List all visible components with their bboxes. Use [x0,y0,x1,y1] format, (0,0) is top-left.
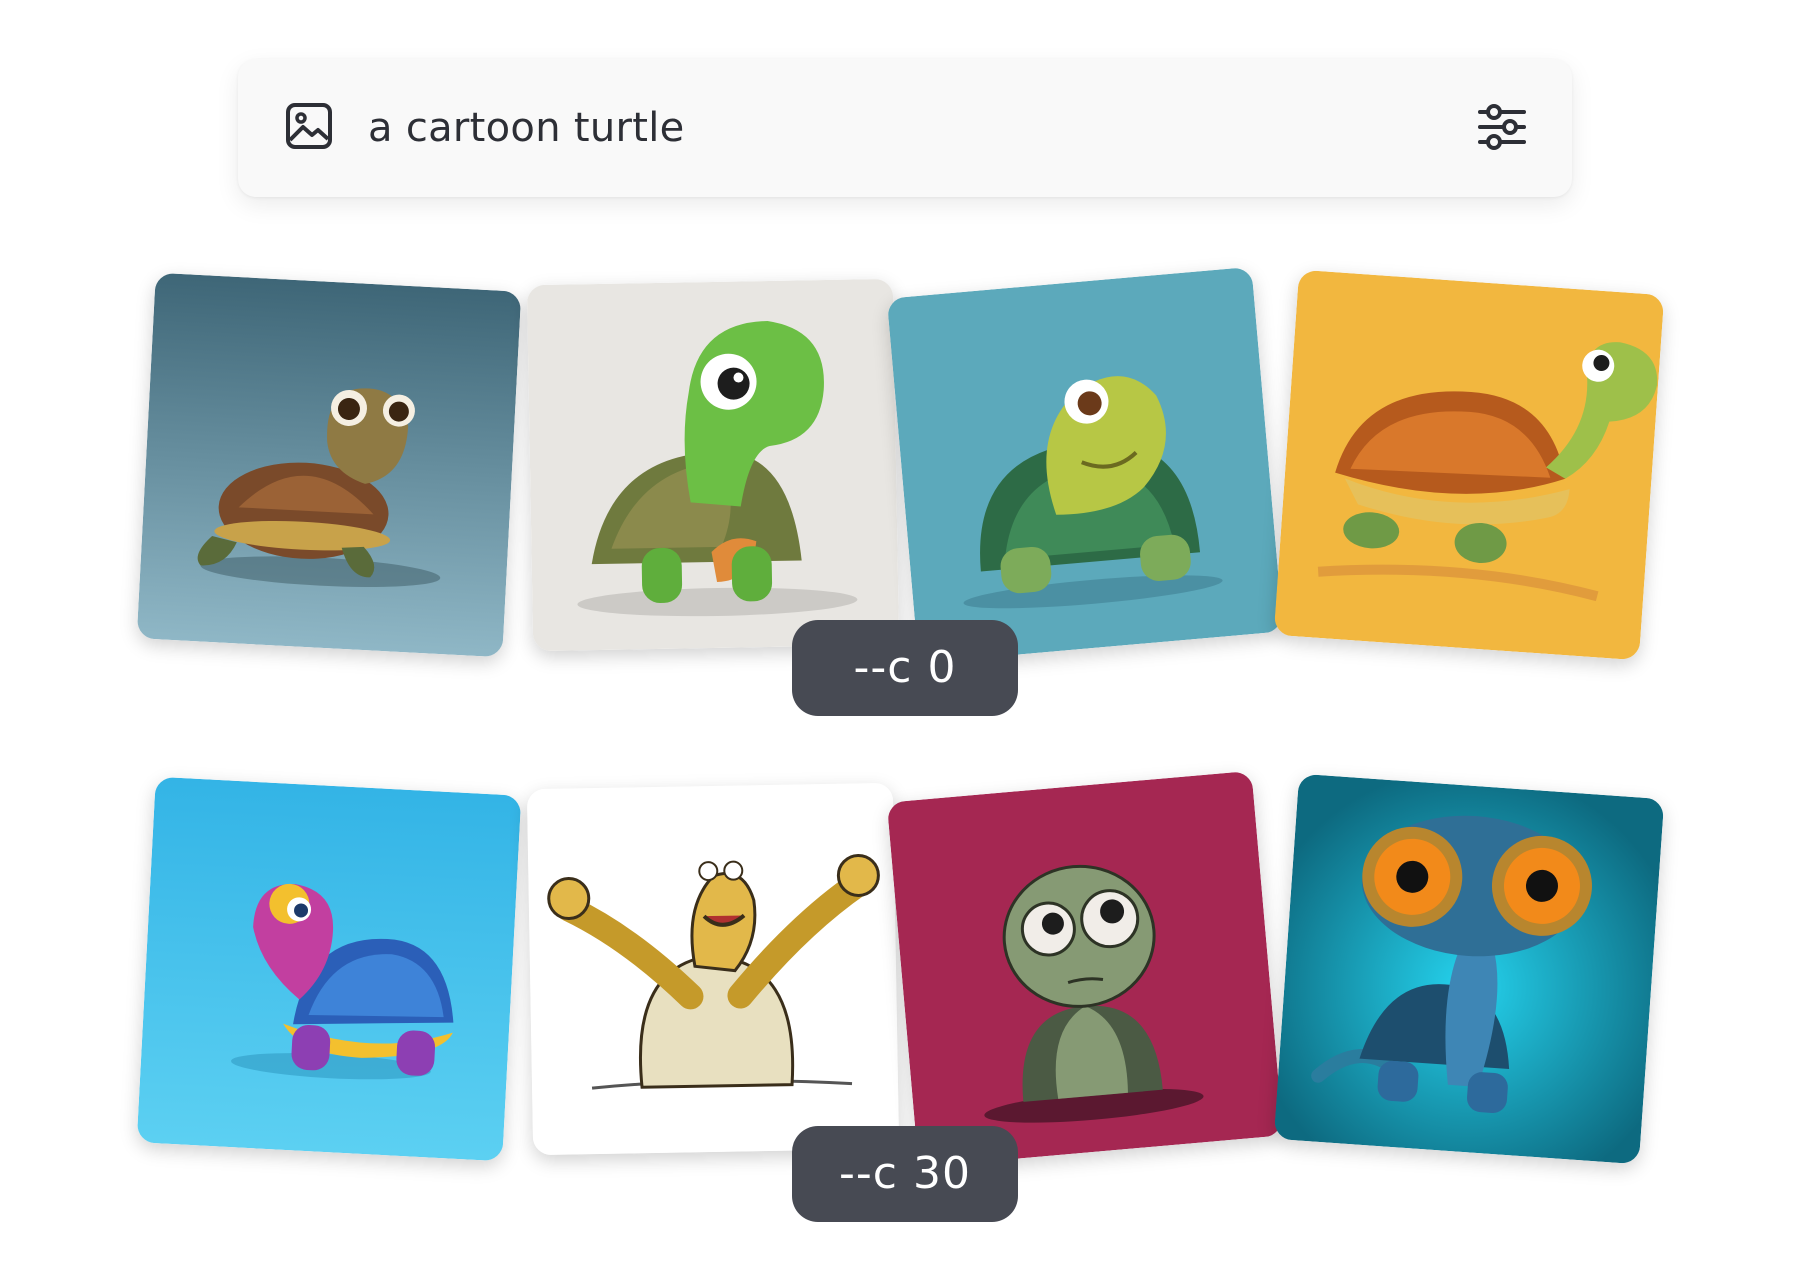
turtle-image[interactable] [886,770,1284,1168]
prompt-bar[interactable]: a cartoon turtle [238,59,1572,197]
turtle-image[interactable] [526,278,900,652]
turtle-image[interactable] [1273,773,1665,1165]
chaos-badge: --c 30 [792,1126,1018,1222]
turtle-image[interactable] [1273,269,1665,661]
turtle-image[interactable] [136,272,522,658]
turtle-image[interactable] [136,776,522,1162]
turtle-image[interactable] [886,266,1284,664]
chaos-badge: --c 0 [792,620,1018,716]
prompt-text[interactable]: a cartoon turtle [368,59,685,197]
turtle-image[interactable] [526,782,900,1156]
image-icon [286,103,332,149]
sliders-icon[interactable] [1476,101,1528,153]
